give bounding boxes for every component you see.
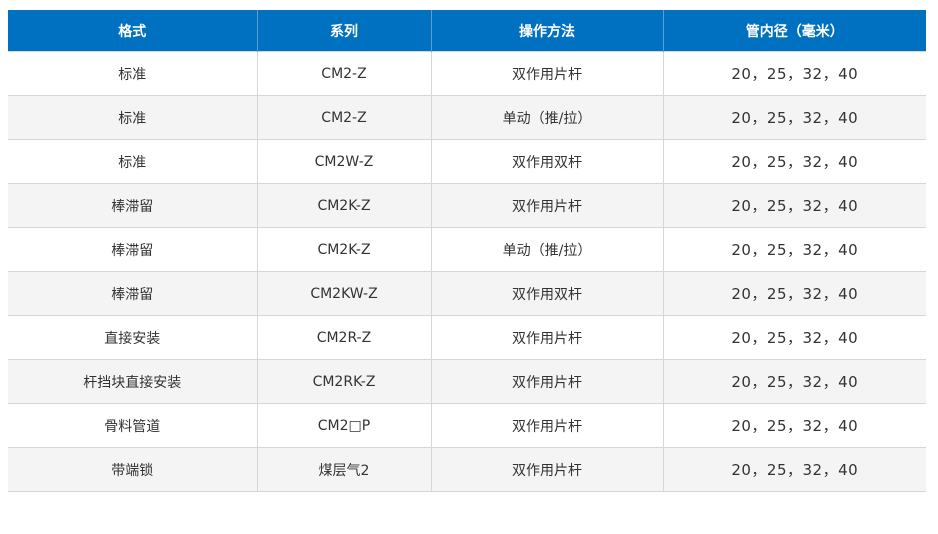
header-operation: 操作方法	[430, 10, 663, 52]
cell-bore-size: 20，25，32，40	[662, 447, 926, 492]
cell-operation: 单动（推/拉）	[430, 227, 663, 272]
cell-operation: 双作用片杆	[430, 403, 663, 448]
table-row: 标准 CM2-Z 双作用片杆 20，25，32，40	[8, 51, 926, 96]
cell-series: CM2K-Z	[256, 227, 431, 272]
cell-bore-size: 20，25，32，40	[662, 271, 926, 316]
table-body: 标准 CM2-Z 双作用片杆 20，25，32，40 标准 CM2-Z 单动（推…	[8, 51, 926, 492]
cell-series: CM2-Z	[256, 95, 431, 140]
cell-bore-size: 20，25，32，40	[662, 315, 926, 360]
cell-bore-size: 20，25，32，40	[662, 403, 926, 448]
cell-series: CM2R-Z	[256, 315, 431, 360]
cell-operation: 双作用片杆	[430, 359, 663, 404]
cell-bore-size: 20，25，32，40	[662, 139, 926, 184]
table-row: 标准 CM2-Z 单动（推/拉） 20，25，32，40	[8, 95, 926, 140]
spec-table-container: 格式 系列 操作方法 管内径（毫米） 标准 CM2-Z 双作用片杆 20，25，…	[8, 10, 926, 492]
cell-series: 煤层气2	[256, 447, 431, 492]
cell-format: 杆挡块直接安装	[8, 359, 257, 404]
cell-bore-size: 20，25，32，40	[662, 183, 926, 228]
cell-series: CM2□P	[256, 403, 431, 448]
table-header: 格式 系列 操作方法 管内径（毫米）	[8, 10, 926, 52]
cell-operation: 双作用双杆	[430, 139, 663, 184]
cell-series: CM2K-Z	[256, 183, 431, 228]
cell-format: 标准	[8, 139, 257, 184]
cell-operation: 双作用片杆	[430, 51, 663, 96]
cell-bore-size: 20，25，32，40	[662, 359, 926, 404]
cell-series: CM2W-Z	[256, 139, 431, 184]
cell-format: 直接安装	[8, 315, 257, 360]
cylinder-spec-table: 格式 系列 操作方法 管内径（毫米） 标准 CM2-Z 双作用片杆 20，25，…	[8, 10, 926, 492]
header-row: 格式 系列 操作方法 管内径（毫米）	[8, 10, 926, 52]
table-row: 杆挡块直接安装 CM2RK-Z 双作用片杆 20，25，32，40	[8, 359, 926, 404]
cell-format: 骨料管道	[8, 403, 257, 448]
cell-format: 棒滞留	[8, 183, 257, 228]
cell-format: 标准	[8, 51, 257, 96]
cell-series: CM2KW-Z	[256, 271, 431, 316]
table-row: 直接安装 CM2R-Z 双作用片杆 20，25，32，40	[8, 315, 926, 360]
table-row: 带端锁 煤层气2 双作用片杆 20，25，32，40	[8, 447, 926, 492]
table-row: 棒滞留 CM2K-Z 单动（推/拉） 20，25，32，40	[8, 227, 926, 272]
table-row: 棒滞留 CM2K-Z 双作用片杆 20，25，32，40	[8, 183, 926, 228]
cell-operation: 双作用片杆	[430, 447, 663, 492]
cell-series: CM2RK-Z	[256, 359, 431, 404]
cell-format: 带端锁	[8, 447, 257, 492]
cell-operation: 单动（推/拉）	[430, 95, 663, 140]
table-row: 标准 CM2W-Z 双作用双杆 20，25，32，40	[8, 139, 926, 184]
cell-bore-size: 20，25，32，40	[662, 227, 926, 272]
header-format: 格式	[8, 10, 257, 52]
cell-format: 标准	[8, 95, 257, 140]
table-row: 棒滞留 CM2KW-Z 双作用双杆 20，25，32，40	[8, 271, 926, 316]
cell-operation: 双作用双杆	[430, 271, 663, 316]
header-bore-size: 管内径（毫米）	[662, 10, 926, 52]
cell-bore-size: 20，25，32，40	[662, 51, 926, 96]
cell-operation: 双作用片杆	[430, 183, 663, 228]
table-row: 骨料管道 CM2□P 双作用片杆 20，25，32，40	[8, 403, 926, 448]
cell-format: 棒滞留	[8, 271, 257, 316]
cell-series: CM2-Z	[256, 51, 431, 96]
cell-bore-size: 20，25，32，40	[662, 95, 926, 140]
header-series: 系列	[256, 10, 431, 52]
cell-operation: 双作用片杆	[430, 315, 663, 360]
cell-format: 棒滞留	[8, 227, 257, 272]
